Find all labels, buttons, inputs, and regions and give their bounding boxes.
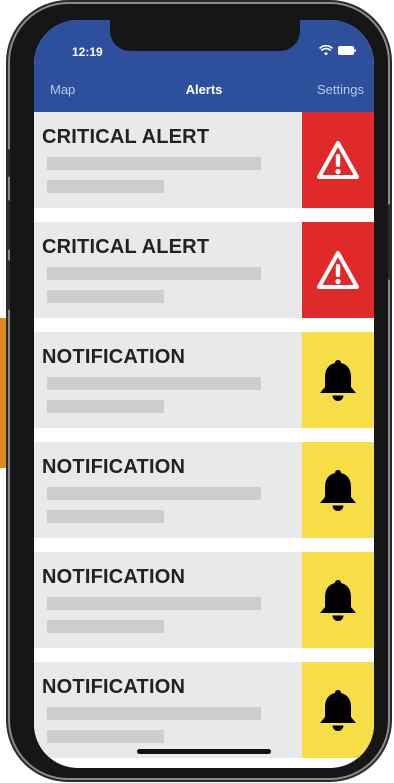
status-time: 12:19 bbox=[72, 45, 103, 59]
alert-list-item[interactable]: NOTIFICATION bbox=[34, 552, 374, 648]
warning-icon bbox=[316, 250, 360, 290]
text-placeholder-line bbox=[47, 267, 261, 280]
bell-icon bbox=[319, 687, 357, 733]
notification-icon-panel bbox=[302, 662, 374, 758]
alerts-list: CRITICAL ALERT CRITICAL ALERT NOTIFICATION… bbox=[34, 112, 374, 768]
volume-down-button bbox=[6, 260, 10, 310]
alert-list-item[interactable]: CRITICAL ALERT bbox=[34, 112, 374, 208]
alert-title: NOTIFICATION bbox=[42, 346, 186, 368]
warning-icon bbox=[316, 140, 360, 180]
alert-title: NOTIFICATION bbox=[42, 676, 186, 698]
text-placeholder-line bbox=[47, 510, 164, 523]
home-indicator[interactable] bbox=[137, 749, 271, 754]
alert-title: NOTIFICATION bbox=[42, 456, 186, 478]
status-icons bbox=[319, 45, 356, 56]
tab-bar: Map Alerts Settings bbox=[34, 82, 374, 108]
alert-title: NOTIFICATION bbox=[42, 566, 186, 588]
text-placeholder-line bbox=[47, 377, 261, 390]
alert-list-item[interactable]: NOTIFICATION bbox=[34, 442, 374, 538]
alert-title: CRITICAL ALERT bbox=[42, 126, 210, 148]
device-notch bbox=[110, 20, 300, 51]
text-placeholder-line bbox=[47, 400, 164, 413]
critical-icon-panel bbox=[302, 112, 374, 208]
bell-icon bbox=[319, 357, 357, 403]
mute-switch bbox=[6, 149, 10, 177]
bell-icon bbox=[319, 467, 357, 513]
notification-icon-panel bbox=[302, 442, 374, 538]
volume-up-button bbox=[6, 200, 10, 250]
power-button bbox=[388, 204, 392, 280]
alert-list-item[interactable]: NOTIFICATION bbox=[34, 332, 374, 428]
wifi-icon bbox=[319, 45, 333, 56]
notification-icon-panel bbox=[302, 332, 374, 428]
text-placeholder-line bbox=[47, 180, 164, 193]
text-placeholder-line bbox=[47, 730, 164, 743]
alert-list-item[interactable]: NOTIFICATION bbox=[34, 662, 374, 758]
text-placeholder-line bbox=[47, 290, 164, 303]
alert-title: CRITICAL ALERT bbox=[42, 236, 210, 258]
alert-list-item[interactable]: CRITICAL ALERT bbox=[34, 222, 374, 318]
notification-icon-panel bbox=[302, 552, 374, 648]
text-placeholder-line bbox=[47, 157, 261, 170]
text-placeholder-line bbox=[47, 707, 261, 720]
bell-icon bbox=[319, 577, 357, 623]
text-placeholder-line bbox=[47, 620, 164, 633]
tab-settings[interactable]: Settings bbox=[317, 82, 364, 97]
app-header: 12:19 Map Alerts Settings bbox=[34, 20, 374, 112]
text-placeholder-line bbox=[47, 597, 261, 610]
phone-screen: 12:19 Map Alerts Settings CRITICAL ALERT… bbox=[34, 20, 374, 768]
battery-icon bbox=[338, 46, 356, 55]
text-placeholder-line bbox=[47, 487, 261, 500]
critical-icon-panel bbox=[302, 222, 374, 318]
